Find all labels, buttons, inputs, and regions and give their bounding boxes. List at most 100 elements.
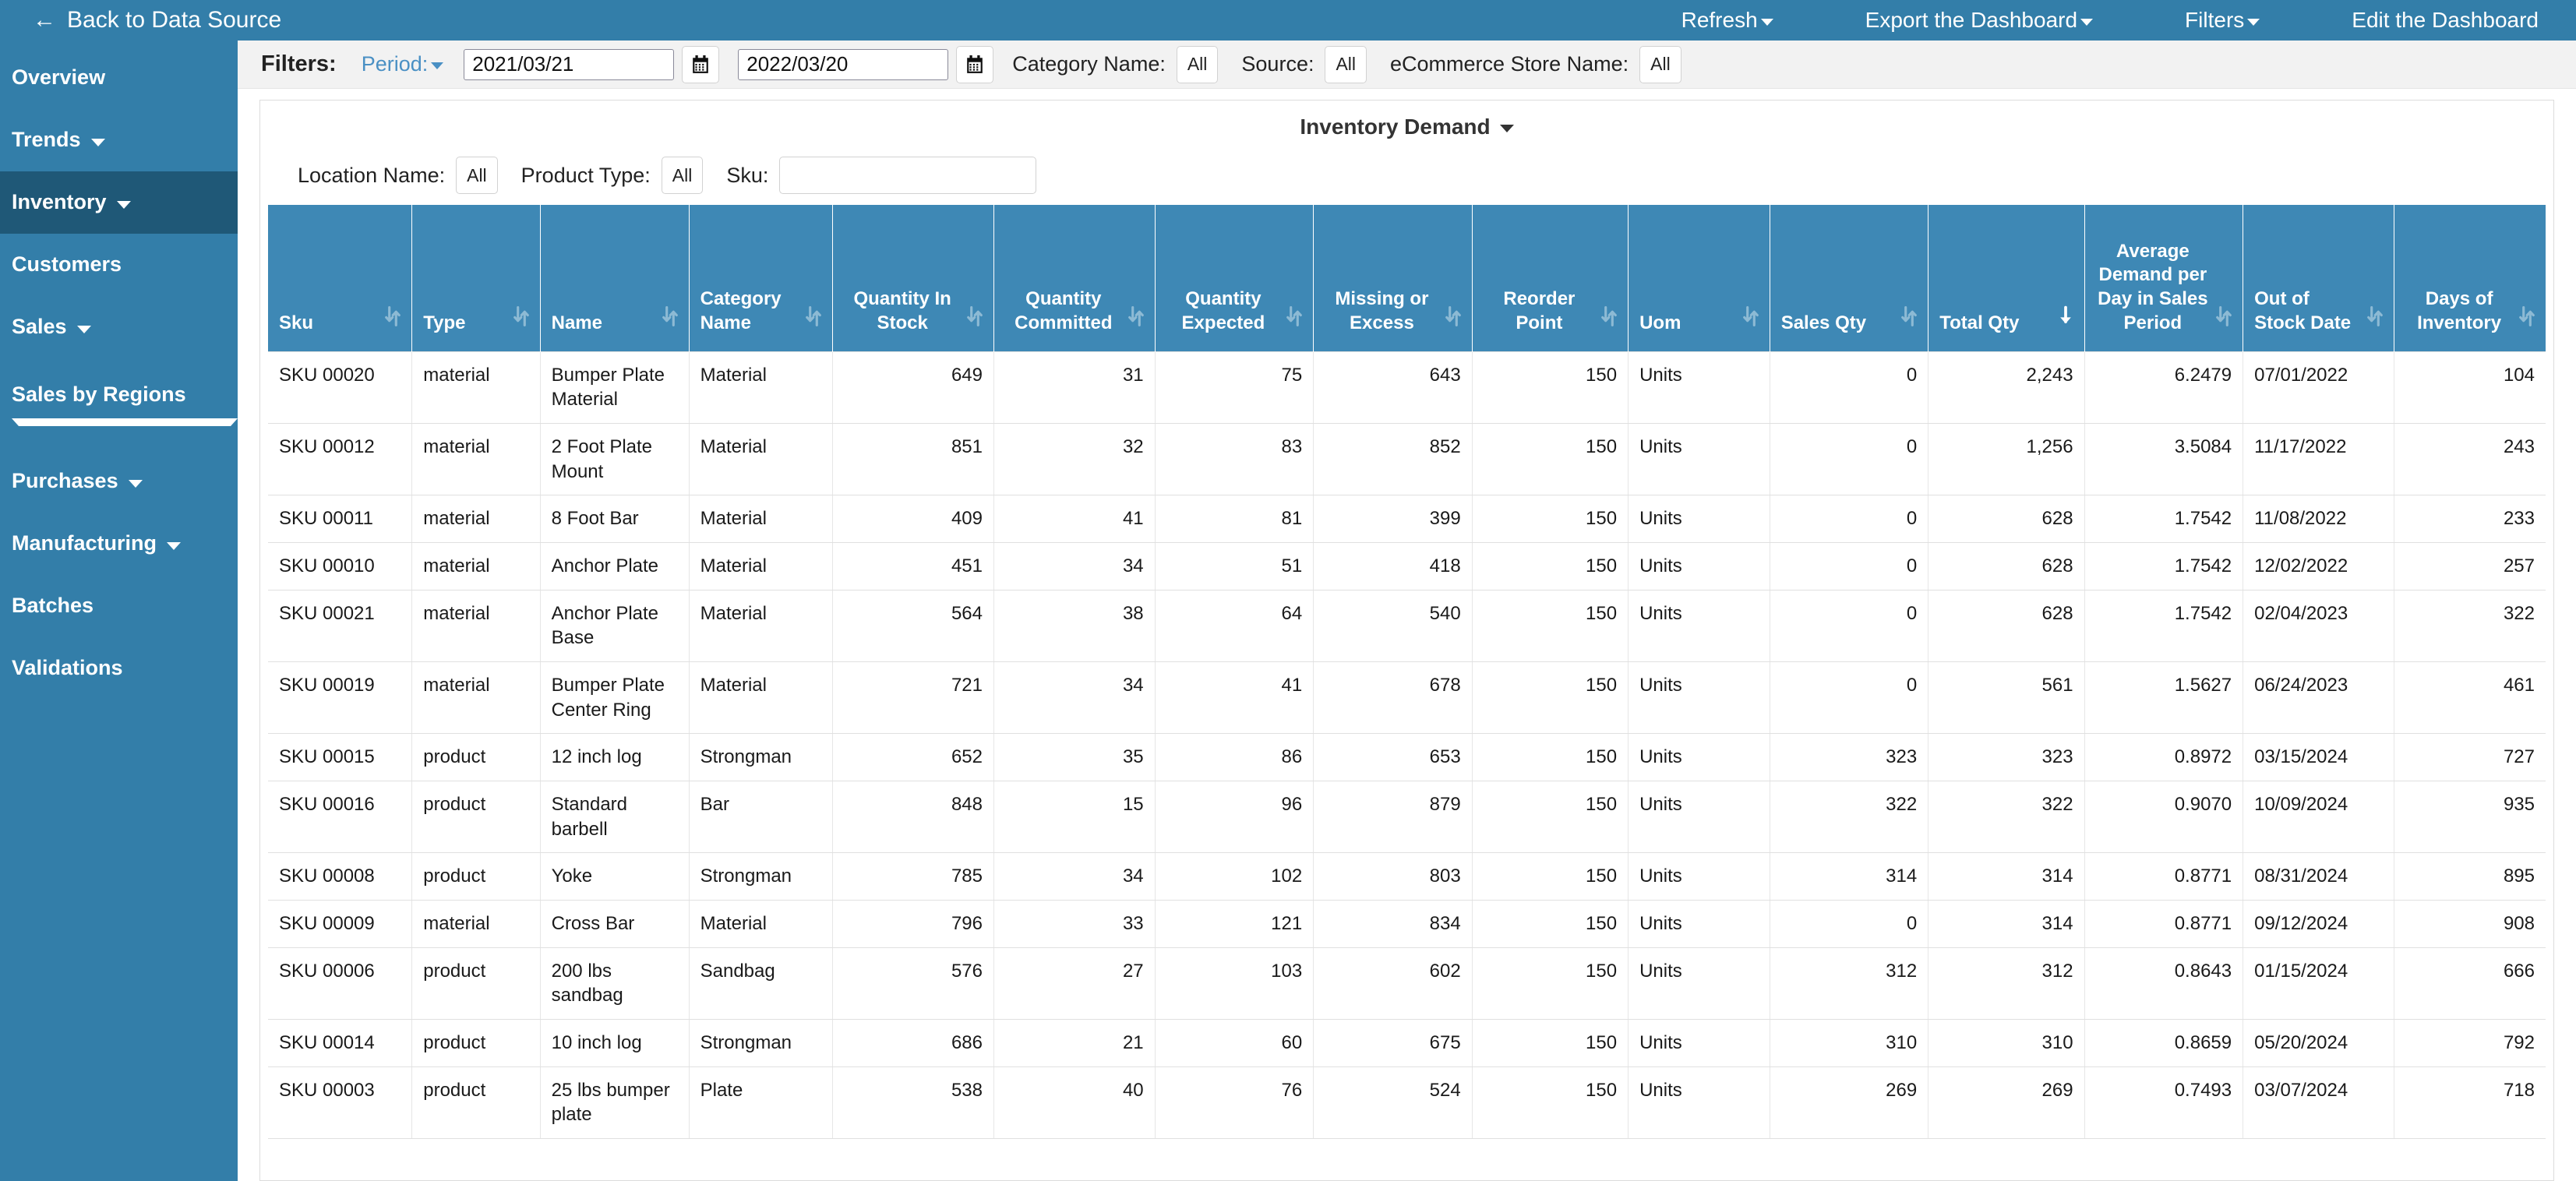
cell-sales-qty: 310: [1770, 1019, 1929, 1067]
cell-quantity-expected: 64: [1155, 590, 1314, 662]
table-row[interactable]: SKU 00019 material Bumper Plate Center Rin…: [268, 661, 2546, 735]
column-header-label: Sales Qty: [1780, 312, 1867, 333]
sidebar-item-customers[interactable]: Customers: [0, 234, 238, 296]
sort-icon[interactable]: [1742, 305, 1759, 336]
sidebar-item-label: Trends: [12, 128, 81, 152]
cell-days-of-inventory: 908: [2394, 900, 2546, 948]
column-header-average-demand-per-day-in-sales-period[interactable]: Average Demand per Day in Sales Period: [2084, 205, 2244, 351]
sidebar-item-label: Overview: [12, 65, 106, 90]
column-header-quantity-expected[interactable]: Quantity Expected: [1155, 205, 1314, 351]
cell-reorder-point: 150: [1472, 1066, 1629, 1139]
inventory-table-scroll[interactable]: Sku Type Name Category Name Quantity In Stoc…: [260, 205, 2553, 1180]
cell-reorder-point: 150: [1472, 351, 1629, 424]
period-dropdown[interactable]: Period:: [362, 52, 444, 76]
date-to-input[interactable]: [738, 48, 949, 80]
source-filter[interactable]: All: [1325, 45, 1367, 83]
sidebar-item-inventory[interactable]: Inventory: [0, 171, 238, 234]
chevron-down-icon: [90, 139, 105, 146]
column-header-category-name[interactable]: Category Name: [689, 205, 834, 351]
table-row[interactable]: SKU 00010 material Anchor Plate Material 451…: [268, 542, 2546, 590]
cell-quantity-in-stock: 538: [832, 1066, 994, 1139]
table-row[interactable]: SKU 00021 material Anchor Plate Base Materi…: [268, 590, 2546, 662]
table-row[interactable]: SKU 00020 material Bumper Plate Material Ma…: [268, 351, 2546, 424]
topnav-item-export-the-dashboard[interactable]: Export the Dashboard: [1865, 8, 2094, 33]
calendar-from-button[interactable]: [682, 45, 720, 83]
table-row[interactable]: SKU 00006 product 200 lbs sandbag Sandbag 57…: [268, 947, 2546, 1020]
column-header-quantity-in-stock[interactable]: Quantity In Stock: [832, 205, 994, 351]
column-header-quantity-committed[interactable]: Quantity Committed: [993, 205, 1156, 351]
sort-icon[interactable]: [967, 305, 983, 336]
cell-name: Yoke: [540, 852, 690, 901]
sort-icon[interactable]: [1901, 305, 1918, 336]
column-header-sku[interactable]: Sku: [268, 205, 413, 351]
panel-title[interactable]: Inventory Demand: [260, 100, 2553, 152]
sidebar-item-validations[interactable]: Validations: [0, 637, 238, 700]
category-name-filter[interactable]: All: [1176, 45, 1219, 83]
table-row[interactable]: SKU 00012 material 2 Foot Plate Mount Mater…: [268, 423, 2546, 496]
cell-type: product: [411, 781, 541, 854]
table-row[interactable]: SKU 00016 product Standard barbell Bar 848 15…: [268, 781, 2546, 854]
sort-icon[interactable]: [1286, 305, 1303, 336]
sort-icon[interactable]: [2367, 305, 2384, 336]
cell-sales-qty: 322: [1770, 781, 1929, 854]
cell-category-name: Material: [689, 351, 834, 424]
sort-icon[interactable]: [385, 305, 401, 336]
date-from-input[interactable]: [464, 48, 675, 80]
column-header-total-qty[interactable]: Total Qty: [1928, 205, 2085, 351]
table-row[interactable]: SKU 00015 product 12 inch log Strongman 652 3…: [268, 733, 2546, 781]
location-name-filter[interactable]: All: [456, 157, 498, 194]
sort-icon[interactable]: [2519, 305, 2535, 336]
sort-icon[interactable]: [662, 305, 678, 336]
sidebar-item-overview[interactable]: Overview: [0, 47, 238, 109]
sidebar-item-sales[interactable]: Sales: [0, 296, 238, 358]
column-header-name[interactable]: Name: [540, 205, 690, 351]
cell-average-demand-per-day-in-sales-period: 1.7542: [2084, 590, 2244, 662]
table-row[interactable]: SKU 00008 product Yoke Strongman 785 34 102 803…: [268, 852, 2546, 901]
product-type-filter[interactable]: All: [661, 157, 704, 194]
table-row[interactable]: SKU 00011 material 8 Foot Bar Material 409 41…: [268, 495, 2546, 543]
sidebar-item-purchases[interactable]: Purchases: [0, 450, 238, 513]
column-header-reorder-point[interactable]: Reorder Point: [1472, 205, 1629, 351]
cell-total-qty: 269: [1928, 1066, 2085, 1139]
sort-icon[interactable]: [1601, 305, 1617, 336]
cell-quantity-in-stock: 409: [832, 495, 994, 543]
ecommerce-store-name-filter[interactable]: All: [1639, 45, 1681, 83]
cell-quantity-expected: 51: [1155, 542, 1314, 590]
source-label: Source:: [1241, 52, 1314, 76]
calendar-to-button[interactable]: [956, 45, 994, 83]
sidebar-item-label: Sales by Regions: [12, 383, 186, 407]
column-header-sales-qty[interactable]: Sales Qty: [1770, 205, 1929, 351]
table-row[interactable]: SKU 00014 product 10 inch log Strongman 686 2…: [268, 1019, 2546, 1067]
sort-icon[interactable]: [806, 305, 822, 336]
sku-input[interactable]: [779, 157, 1037, 194]
topnav-item-refresh[interactable]: Refresh: [1681, 8, 1773, 33]
topnav-item-edit-the-dashboard[interactable]: Edit the Dashboard: [2352, 8, 2539, 33]
topnav-item-filters[interactable]: Filters: [2185, 8, 2260, 33]
cell-total-qty: 2,243: [1928, 351, 2085, 424]
sidebar-item-sales-by-regions[interactable]: Sales by Regions: [0, 358, 238, 450]
column-header-missing-or-excess[interactable]: Missing or Excess: [1313, 205, 1473, 351]
sidebar-item-manufacturing[interactable]: Manufacturing: [0, 513, 238, 575]
cell-uom: Units: [1628, 423, 1770, 496]
column-header-out-of-stock-date[interactable]: Out of Stock Date: [2243, 205, 2395, 351]
cell-sales-qty: 323: [1770, 733, 1929, 781]
sort-icon[interactable]: [1445, 305, 1461, 336]
cell-sku: SKU 00011: [268, 495, 413, 543]
sort-icon[interactable]: [513, 305, 529, 336]
column-header-days-of-inventory[interactable]: Days of Inventory: [2394, 205, 2546, 351]
chevron-down-icon: [2080, 18, 2094, 26]
table-row[interactable]: SKU 00003 product 25 lbs bumper plate Plate…: [268, 1066, 2546, 1139]
sort-icon[interactable]: [2216, 305, 2232, 336]
table-row[interactable]: SKU 00009 material Cross Bar Material 796 33 1…: [268, 900, 2546, 948]
cell-out-of-stock-date: 11/17/2022: [2243, 423, 2395, 496]
sidebar-item-batches[interactable]: Batches: [0, 575, 238, 637]
sort-icon[interactable]: [1127, 305, 1144, 336]
back-to-data-source-link[interactable]: ← Back to Data Source: [0, 7, 281, 33]
sort-desc-icon[interactable]: [2058, 305, 2073, 336]
sidebar-item-label: Batches: [12, 594, 94, 618]
sidebar-item-trends[interactable]: Trends: [0, 109, 238, 171]
column-header-uom[interactable]: Uom: [1628, 205, 1770, 351]
cell-quantity-committed: 15: [993, 781, 1156, 854]
column-header-type[interactable]: Type: [411, 205, 541, 351]
cell-days-of-inventory: 257: [2394, 542, 2546, 590]
